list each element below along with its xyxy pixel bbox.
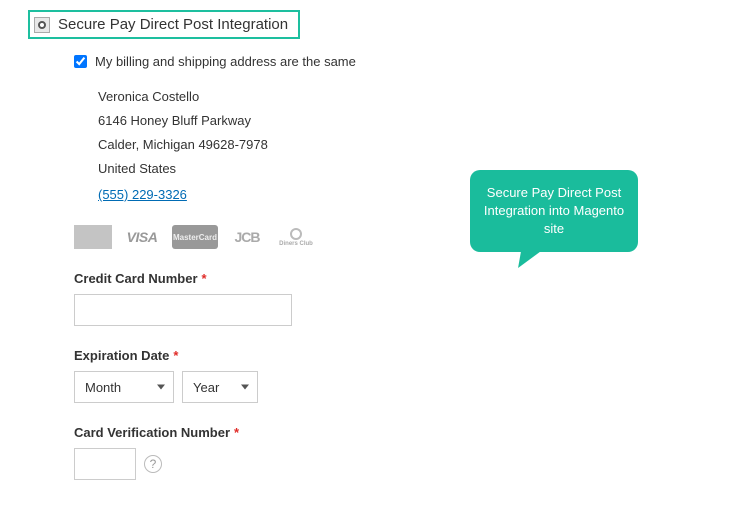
cc-number-input[interactable] (74, 294, 292, 326)
callout-tail-icon (518, 246, 548, 268)
mastercard-icon: MasterCard (172, 225, 218, 249)
chevron-down-icon (241, 385, 249, 390)
cvv-help-icon[interactable]: ? (144, 455, 162, 473)
cvv-group: Card Verification Number* ? (74, 425, 414, 480)
info-callout: Secure Pay Direct Post Integration into … (470, 170, 638, 252)
address-country: United States (98, 157, 414, 181)
expiration-year-select[interactable]: Year (182, 371, 258, 403)
jcb-icon: JCB (226, 225, 268, 249)
address-city-state-zip: Calder, Michigan 49628-7978 (98, 133, 414, 157)
address-street: 6146 Honey Bluff Parkway (98, 109, 414, 133)
cvv-label: Card Verification Number* (74, 425, 414, 440)
same-address-checkbox[interactable] (74, 55, 87, 68)
expiration-group: Expiration Date* Month Year (74, 348, 414, 403)
cc-number-label: Credit Card Number* (74, 271, 414, 286)
same-address-row: My billing and shipping address are the … (74, 54, 414, 69)
address-phone-link[interactable]: (555) 229-3326 (98, 183, 187, 207)
accepted-cards-row: VISA MasterCard JCB Diners Club (74, 225, 414, 249)
diners-club-icon: Diners Club (276, 225, 316, 249)
payment-method-title: Secure Pay Direct Post Integration (58, 16, 288, 33)
billing-address: Veronica Costello 6146 Honey Bluff Parkw… (98, 85, 414, 207)
cc-number-group: Credit Card Number* (74, 271, 414, 326)
payment-form: My billing and shipping address are the … (74, 54, 414, 480)
payment-method-header[interactable]: Secure Pay Direct Post Integration (28, 10, 300, 39)
expiration-label: Expiration Date* (74, 348, 414, 363)
radio-icon[interactable] (34, 17, 50, 33)
same-address-label: My billing and shipping address are the … (95, 54, 356, 69)
visa-icon: VISA (120, 225, 164, 249)
callout-text: Secure Pay Direct Post Integration into … (484, 185, 624, 236)
expiration-month-select[interactable]: Month (74, 371, 174, 403)
chevron-down-icon (157, 385, 165, 390)
cvv-input[interactable] (74, 448, 136, 480)
address-name: Veronica Costello (98, 85, 414, 109)
amex-icon (74, 225, 112, 249)
